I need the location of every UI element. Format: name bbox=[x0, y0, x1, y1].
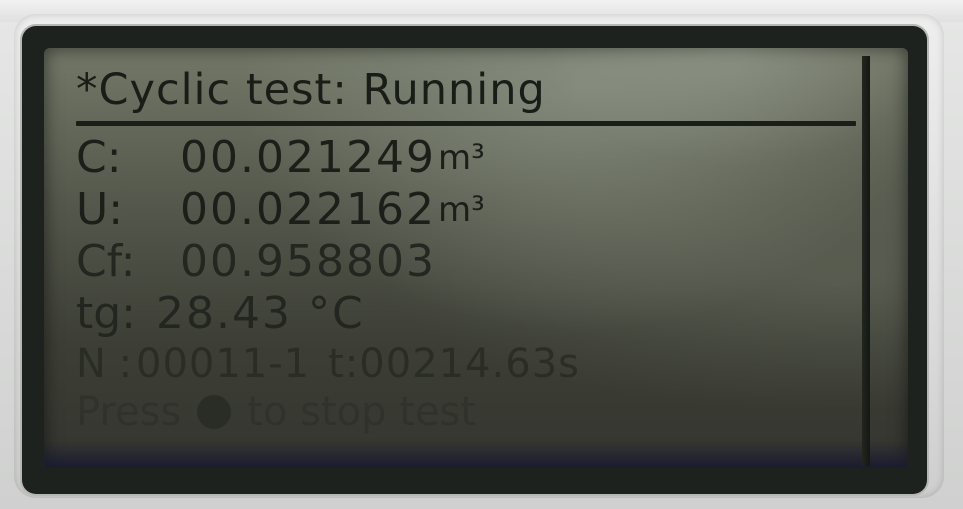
reading-unit: m³ bbox=[437, 138, 485, 178]
reading-label: U: bbox=[76, 184, 124, 235]
reading-label: N : bbox=[76, 341, 133, 387]
cycle-count: 00011-1 bbox=[136, 341, 311, 387]
reading-row-c: C: 00.021249 m³ bbox=[76, 132, 485, 184]
elapsed-time: t:00214.63s bbox=[328, 341, 580, 387]
reading-row-cf: Cf: 00.958803 bbox=[76, 236, 436, 288]
reading-value: 00.022162 bbox=[180, 184, 436, 235]
reading-row-temperature: tg: 28.43 °C bbox=[76, 288, 365, 340]
lcd-right-edge bbox=[862, 56, 870, 466]
reading-label: Cf: bbox=[76, 236, 136, 287]
screen-title-row: *Cyclic test: Running bbox=[76, 58, 866, 118]
reading-value: 00.958803 bbox=[180, 236, 436, 287]
reading-row-u: U: 00.022162 m³ bbox=[76, 184, 485, 236]
stop-button-icon bbox=[197, 395, 232, 429]
prompt-text-before: Press bbox=[76, 389, 182, 435]
title-underline bbox=[76, 121, 856, 126]
prompt-text-after: to stop test bbox=[247, 389, 477, 435]
reading-label: tg: bbox=[76, 288, 137, 339]
reading-row-cycles: N : 00011-1 t:00214.63s bbox=[76, 338, 580, 390]
reading-label: C: bbox=[76, 132, 122, 183]
lcd-screen: *Cyclic test: Running C: 00.021249 m³ U:… bbox=[44, 48, 908, 468]
screen-title: *Cyclic test: Running bbox=[76, 65, 546, 115]
reading-value: 00.021249 bbox=[180, 132, 436, 183]
screen-bottom-shadow bbox=[44, 440, 908, 468]
reading-value: 28.43 °C bbox=[156, 288, 365, 339]
reading-unit: m³ bbox=[437, 190, 485, 230]
stop-prompt: Press to stop test bbox=[76, 386, 476, 438]
